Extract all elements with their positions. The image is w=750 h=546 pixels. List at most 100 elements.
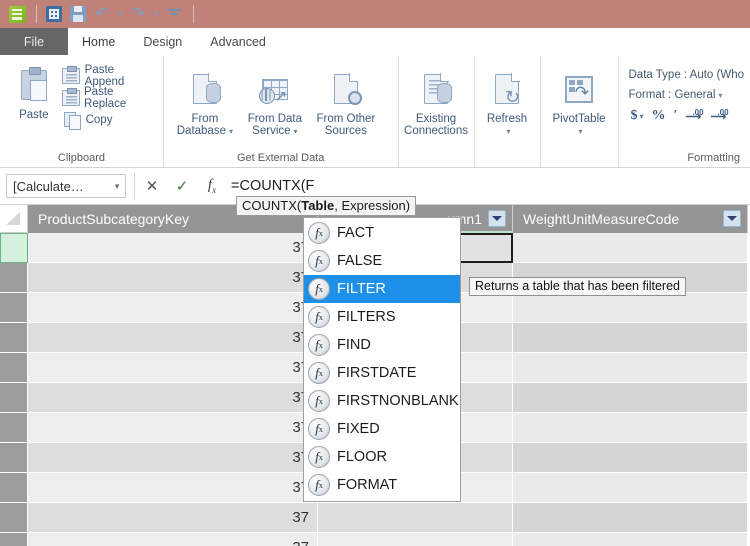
cancel-formula-button[interactable]: ✕ (137, 173, 167, 199)
paste-append-button[interactable]: Paste Append (62, 64, 157, 88)
autocomplete-item[interactable]: f x FIRSTDATE (304, 359, 460, 387)
row-header[interactable] (0, 263, 28, 293)
autocomplete-item-label: FIND (337, 337, 371, 353)
tab-file[interactable]: File (0, 28, 68, 55)
from-other-sources-button[interactable]: From Other Sources (310, 65, 382, 137)
copy-button[interactable]: Copy (62, 109, 157, 131)
pivottable-chevron-down-icon[interactable]: ▾ (578, 127, 582, 136)
currency-format-button[interactable]: $ (631, 108, 638, 124)
table-cell[interactable]: 37 (28, 413, 318, 443)
autocomplete-item[interactable]: f x FILTERS (304, 303, 460, 331)
customize-quick-access-toolbar-icon[interactable] (163, 3, 185, 25)
table-cell[interactable]: 37 (28, 383, 318, 413)
from-data-service-chevron-down-icon[interactable]: ▾ (294, 127, 298, 136)
row-header[interactable] (0, 353, 28, 383)
comma-format-button[interactable]: ′ (674, 108, 678, 124)
pivottable-button[interactable]: ↷ PivotTable ▾ (547, 65, 612, 138)
table-cell[interactable] (513, 233, 748, 263)
autocomplete-item[interactable]: f x FORMAT (304, 471, 460, 499)
table-row[interactable]: 37 (0, 503, 750, 533)
table-cell[interactable] (513, 443, 748, 473)
excel-icon[interactable] (43, 3, 65, 25)
table-cell[interactable] (318, 533, 513, 546)
table-cell[interactable] (513, 413, 748, 443)
row-header[interactable] (0, 503, 28, 533)
row-header[interactable] (0, 293, 28, 323)
currency-chevron-down-icon[interactable]: ▾ (640, 112, 644, 121)
autocomplete-item[interactable]: f x FALSE (304, 247, 460, 275)
from-other-sources-label-line2: Sources (324, 125, 367, 137)
accept-formula-button[interactable]: ✓ (167, 173, 197, 199)
redo-dropdown-icon[interactable]: ▼ (151, 3, 161, 25)
increase-decimal-button[interactable]: ⟶ .00 (685, 108, 703, 124)
column-header-weightunitmeasurecode[interactable]: WeightUnitMeasureCode (513, 205, 748, 233)
existing-connections-button[interactable]: Existing Connections (404, 65, 468, 137)
table-cell[interactable] (513, 323, 748, 353)
table-cell[interactable]: 37 (28, 533, 318, 546)
percent-format-button[interactable]: % (652, 108, 666, 124)
from-data-service-label-line2: Service (252, 125, 291, 137)
from-database-chevron-down-icon[interactable]: ▾ (229, 127, 233, 136)
formula-autocomplete-list[interactable]: f x FACT f x FALSE f x FILTER f x FILTERS f x FIND f x FI… (303, 217, 461, 502)
row-header[interactable] (0, 533, 28, 546)
table-cell[interactable] (513, 383, 748, 413)
row-header[interactable] (0, 323, 28, 353)
row-header[interactable] (0, 473, 28, 503)
row-header[interactable] (0, 383, 28, 413)
row-header[interactable] (0, 443, 28, 473)
tab-home[interactable]: Home (68, 28, 129, 55)
format-chevron-down-icon[interactable]: ▾ (718, 91, 722, 100)
column-filter-icon-1[interactable] (488, 210, 506, 227)
from-database-label-line1: From (191, 113, 219, 125)
ribbon-group-refresh: ↻ Refresh ▾ (475, 56, 541, 167)
table-cell[interactable] (318, 503, 513, 533)
insert-function-button[interactable]: fx (197, 173, 227, 199)
from-data-service-button[interactable]: ➚ From Data Service ▾ (240, 65, 310, 138)
undo-dropdown-icon[interactable]: ▼ (115, 3, 125, 25)
autocomplete-item[interactable]: f x FILTER (304, 275, 460, 303)
undo-icon[interactable]: ↶ (91, 3, 113, 25)
table-cell[interactable] (513, 533, 748, 546)
refresh-chevron-down-icon[interactable]: ▾ (506, 127, 510, 136)
table-cell[interactable]: 37 (28, 503, 318, 533)
autocomplete-item[interactable]: f x FIND (304, 331, 460, 359)
table-cell[interactable] (513, 353, 748, 383)
table-row[interactable]: 37 (0, 533, 750, 546)
autocomplete-item[interactable]: f x FACT (304, 219, 460, 247)
name-box[interactable]: [Calculate… ▼ (6, 174, 126, 198)
decrease-decimal-button[interactable]: ⟶ .00 (710, 108, 728, 124)
table-cell[interactable]: 37 (28, 263, 318, 293)
column-filter-icon-2[interactable] (723, 210, 741, 227)
row-header[interactable] (0, 233, 28, 263)
from-data-service-icon: ➚ (258, 68, 288, 110)
tab-design[interactable]: Design (129, 28, 196, 55)
table-cell[interactable] (513, 293, 748, 323)
format-dropdown[interactable]: Format : General ▾ (625, 85, 723, 105)
table-cell[interactable]: 37 (28, 473, 318, 503)
name-box-value: [Calculate… (13, 178, 84, 194)
paste-button[interactable]: Paste (6, 61, 62, 121)
row-header[interactable] (0, 413, 28, 443)
table-cell[interactable]: 37 (28, 443, 318, 473)
powerpivot-window: ↶ ▼ ↷ ▼ File Home Design Advanced Paste (0, 0, 750, 546)
paste-replace-button[interactable]: Paste Replace (61, 86, 157, 110)
redo-icon[interactable]: ↷ (127, 3, 149, 25)
save-icon[interactable] (67, 3, 89, 25)
refresh-icon: ↻ (495, 68, 520, 110)
autocomplete-item[interactable]: f x FLOOR (304, 443, 460, 471)
table-cell[interactable]: 37 (28, 353, 318, 383)
refresh-button[interactable]: ↻ Refresh ▾ (481, 65, 534, 138)
powerpivot-icon[interactable] (6, 3, 28, 25)
table-cell[interactable]: 37 (28, 293, 318, 323)
table-cell[interactable] (513, 473, 748, 503)
name-box-chevron-down-icon[interactable]: ▼ (113, 182, 121, 191)
tab-advanced[interactable]: Advanced (196, 28, 280, 55)
table-cell[interactable] (513, 503, 748, 533)
from-database-button[interactable]: From Database ▾ (170, 65, 240, 138)
select-all-corner[interactable] (0, 205, 28, 233)
data-type-dropdown[interactable]: Data Type : Auto (Who (625, 65, 745, 85)
autocomplete-item[interactable]: f x FIXED (304, 415, 460, 443)
table-cell[interactable]: 37 (28, 233, 318, 263)
autocomplete-item[interactable]: f x FIRSTNONBLANK (304, 387, 460, 415)
table-cell[interactable]: 37 (28, 323, 318, 353)
